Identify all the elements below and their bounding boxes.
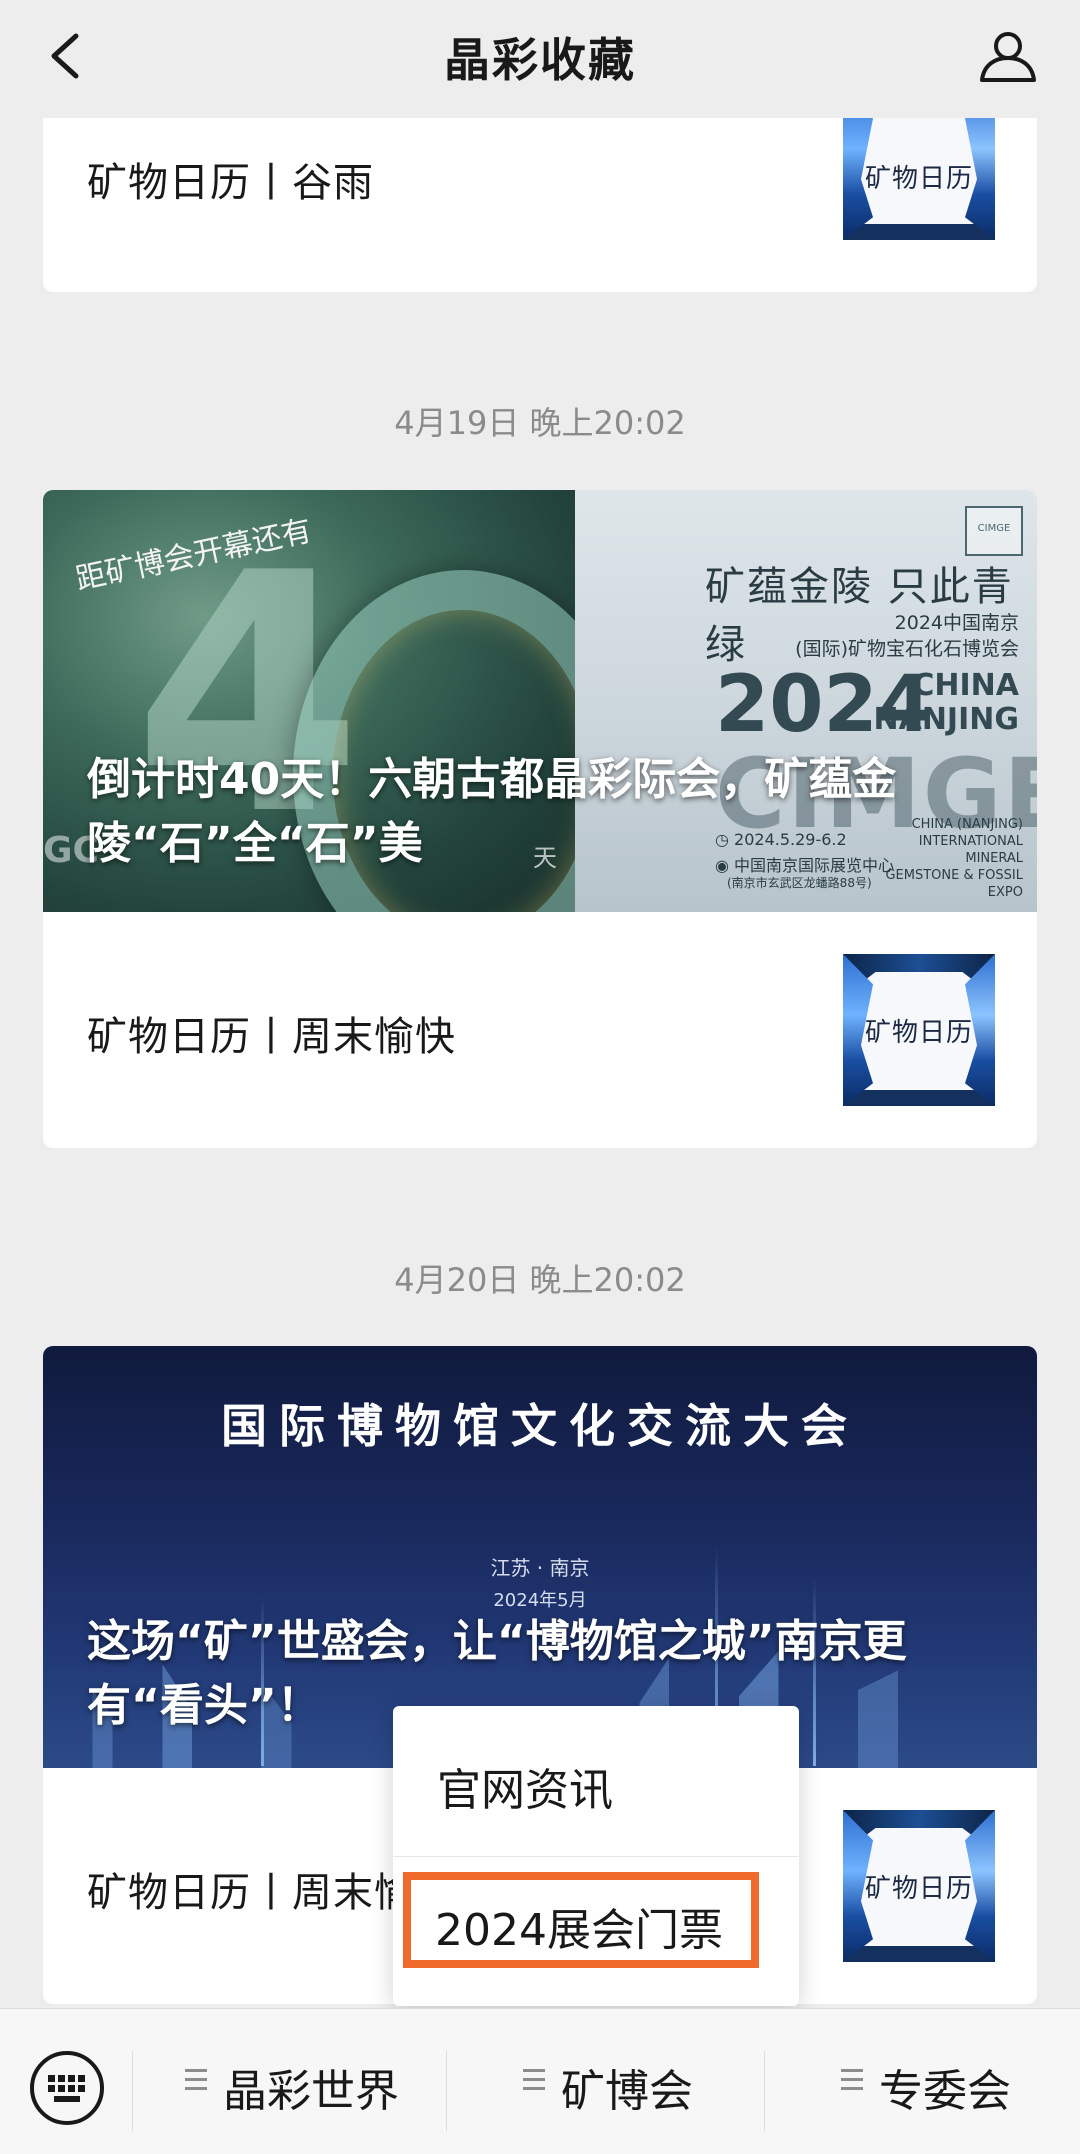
hero-location: 江苏 · 南京 bbox=[490, 1556, 590, 1580]
article-thumbnail: 矿物日历 bbox=[843, 954, 995, 1106]
article-card[interactable]: 矿物日历丨谷雨 矿物日历 bbox=[43, 90, 1037, 292]
menu-divider bbox=[393, 1856, 799, 1857]
expo-address: (南京市玄武区龙蟠路88号) bbox=[727, 876, 872, 890]
message-timestamp: 4月20日 晚上20:02 bbox=[394, 1261, 686, 1299]
menu-lines-icon bbox=[841, 2069, 863, 2095]
hero-image[interactable]: 国际博物馆文化交流大会 江苏 · 南京 2024年5月 这场“矿”世盛会，让“博… bbox=[43, 1346, 1037, 1768]
menu-button-jingcai-world[interactable]: 晶彩世界 bbox=[133, 2009, 445, 2154]
list-item[interactable]: 矿物日历丨周末愉快 矿物日历 bbox=[43, 912, 1037, 1148]
message-timestamp: 4月19日 晚上20:02 bbox=[394, 404, 686, 442]
menu-button-label: 专委会 bbox=[879, 2066, 1011, 2117]
menu-item-expo-tickets[interactable]: 2024展会门票 bbox=[403, 1872, 759, 1968]
article-thumbnail: 矿物日历 bbox=[843, 1810, 995, 1962]
menu-lines-icon bbox=[523, 2069, 545, 2095]
submenu-popup: 官网资讯 2024展会门票 bbox=[393, 1706, 799, 2006]
top-nav-bar: 晶彩收藏 bbox=[0, 0, 1080, 118]
article-card[interactable]: 4 距矿博会开幕还有 GC 天 CIMGE 矿蕴金陵 只此青绿 2024中国南京… bbox=[43, 490, 1037, 1148]
expo-china: CHINA bbox=[912, 668, 1019, 703]
hero-headline: 国际博物馆文化交流大会 bbox=[221, 1399, 859, 1453]
menu-button-label: 晶彩世界 bbox=[223, 2066, 399, 2117]
hero-title: 倒计时40天！六朝古都晶彩际会，矿蕴金陵“石”全“石”美 bbox=[87, 754, 897, 869]
profile-icon[interactable] bbox=[976, 24, 1040, 88]
expo-logo: CIMGE bbox=[965, 506, 1023, 556]
menu-item-label: 官网资讯 bbox=[437, 1765, 613, 1816]
menu-button-committee[interactable]: 专委会 bbox=[765, 2009, 1080, 2154]
expo-nanjing: NANJING bbox=[873, 702, 1020, 737]
hero-month: 2024年5月 bbox=[493, 1590, 587, 1611]
list-item[interactable]: 矿物日历丨谷雨 矿物日历 bbox=[43, 90, 1037, 292]
expo-subtitle: 2024中国南京 bbox=[894, 612, 1019, 634]
hero-image[interactable]: 4 距矿博会开幕还有 GC 天 CIMGE 矿蕴金陵 只此青绿 2024中国南京… bbox=[43, 490, 1037, 912]
expo-subtitle-2: (国际)矿物宝石化石博览会 bbox=[795, 638, 1019, 660]
menu-lines-icon bbox=[185, 2069, 207, 2095]
article-title: 矿物日历丨谷雨 bbox=[87, 160, 374, 206]
bottom-menu-bar: 晶彩世界 矿博会 专委会 bbox=[0, 2008, 1080, 2154]
menu-item-label: 2024展会门票 bbox=[435, 1905, 723, 1956]
keyboard-icon[interactable] bbox=[28, 2049, 106, 2127]
thumbnail-label: 矿物日历 bbox=[864, 1018, 973, 1048]
thumbnail-label: 矿物日历 bbox=[864, 1874, 973, 1904]
menu-button-label: 矿博会 bbox=[561, 2066, 693, 2117]
page-title: 晶彩收藏 bbox=[444, 33, 636, 87]
article-title: 矿物日历丨周末愉快 bbox=[87, 1014, 456, 1060]
menu-button-mineral-expo[interactable]: 矿博会 bbox=[447, 2009, 763, 2154]
menu-item-official-news[interactable]: 官网资讯 bbox=[393, 1706, 799, 1856]
thumbnail-label: 矿物日历 bbox=[864, 164, 973, 194]
